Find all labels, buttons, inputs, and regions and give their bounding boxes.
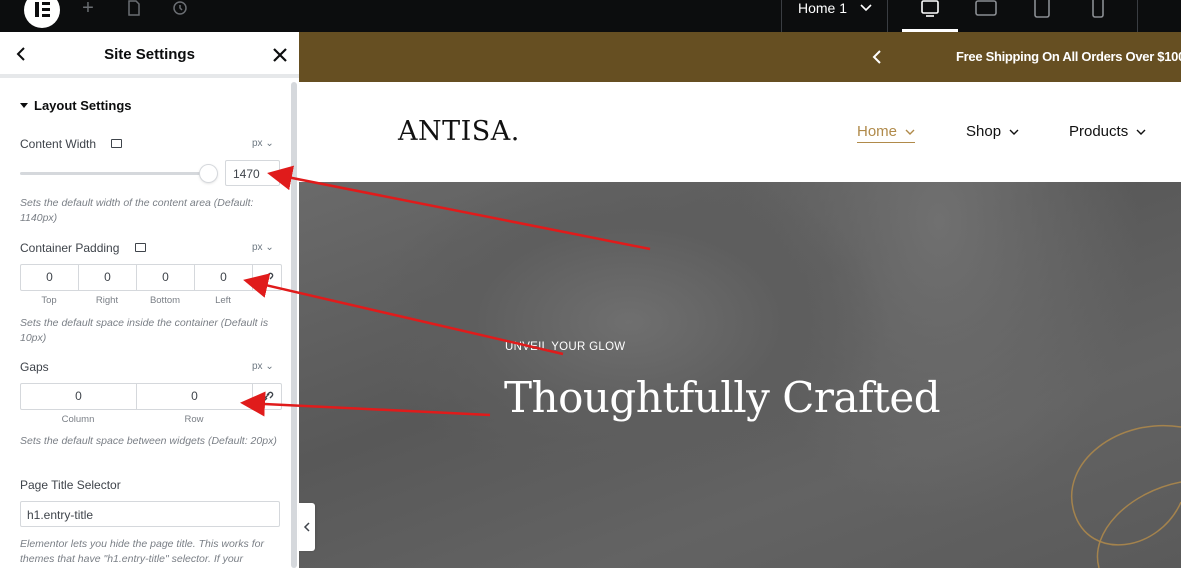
elementor-logo-icon[interactable] (24, 0, 60, 28)
link-icon (260, 391, 274, 402)
responsive-desktop-icon[interactable] (111, 139, 122, 148)
mobile-icon (1092, 0, 1104, 18)
nav-label: Home (857, 123, 898, 140)
chevron-down-icon (1136, 129, 1146, 135)
gap-row-input[interactable]: 0 (137, 384, 253, 409)
separator (887, 0, 888, 32)
caption-top: Top (41, 295, 57, 306)
padding-captions: Top Right Bottom Left (20, 295, 252, 306)
section-toggle-layout-settings[interactable]: Layout Settings (20, 98, 132, 113)
collapse-panel-button[interactable] (299, 503, 315, 551)
gaps-captions: Column Row (20, 414, 252, 425)
caption-right: Right (95, 295, 119, 306)
nav-item-home[interactable]: Home (857, 123, 916, 143)
content-width-help: Sets the default width of the content ar… (20, 197, 254, 224)
padding-top-input[interactable]: 0 (21, 265, 79, 290)
link-values-button[interactable] (253, 384, 281, 409)
unit-label: px (252, 138, 263, 149)
site-preview: Free Shipping On All Orders Over $100 - … (299, 32, 1181, 568)
unit-label: px (252, 242, 263, 253)
unit-select[interactable]: px ⌄ (252, 242, 274, 253)
unit-select[interactable]: px ⌄ (252, 138, 274, 149)
chevron-down-icon (905, 129, 915, 135)
panel-title: Site Settings (104, 46, 195, 63)
nav-item-shop[interactable]: Shop (966, 123, 1019, 140)
caret-down-icon (20, 103, 28, 108)
container-padding-dimensions: 0 0 0 0 (20, 264, 282, 291)
panel-scrollbar[interactable] (291, 82, 297, 568)
device-desktop-button[interactable] (902, 0, 958, 32)
separator (1137, 0, 1138, 32)
page-title-selector-label: Page Title Selector (20, 478, 121, 492)
nav-label: Shop (966, 123, 1002, 140)
separator (781, 0, 782, 32)
responsive-desktop-icon[interactable] (135, 243, 146, 252)
chevron-down-icon (1009, 129, 1019, 135)
nav-label: Products (1069, 123, 1129, 140)
device-tablet-landscape-button[interactable] (958, 0, 1014, 32)
close-icon[interactable] (270, 45, 290, 65)
editor-topbar: + Home 1 (0, 0, 1181, 32)
content-width-slider[interactable] (20, 172, 208, 175)
content-width-slider-handle[interactable] (200, 165, 217, 182)
site-settings-panel: Site Settings Layout Settings Content Wi… (0, 32, 299, 568)
unit-select[interactable]: px ⌄ (252, 361, 274, 372)
page-title-selector-help: Elementor lets you hide the page title. … (20, 538, 264, 565)
announcement-text: Free Shipping On All Orders Over $100 - (956, 49, 1181, 64)
desktop-icon (921, 0, 939, 17)
page-title-selector-input[interactable]: h1.entry-title (20, 501, 280, 527)
hero-eyebrow: UNVEIL YOUR GLOW (505, 341, 626, 353)
chevron-left-icon[interactable] (871, 49, 885, 65)
padding-bottom-input[interactable]: 0 (137, 265, 195, 290)
link-icon (260, 272, 274, 283)
caption-column: Column (61, 414, 95, 425)
caption-bottom: Bottom (149, 295, 181, 306)
announcement-bar: Free Shipping On All Orders Over $100 - (299, 32, 1181, 82)
site-header: ANTISA. Home Shop Products (299, 82, 1181, 182)
gap-column-input[interactable]: 0 (21, 384, 137, 409)
device-mobile-button[interactable] (1070, 0, 1126, 32)
gaps-dimensions: 0 0 (20, 383, 282, 410)
add-icon[interactable]: + (79, 0, 97, 18)
page-name: Home 1 (798, 0, 848, 16)
unit-label: px (252, 361, 263, 372)
container-padding-label: Container Padding (20, 241, 120, 255)
hero-title: Thoughtfully Crafted (504, 373, 941, 422)
panel-header: Site Settings (0, 32, 299, 78)
padding-left-input[interactable]: 0 (195, 265, 253, 290)
gaps-help: Sets the default space between widgets (… (20, 435, 277, 447)
page-selector[interactable]: Home 1 (798, 0, 873, 16)
content-width-label: Content Width (20, 137, 97, 151)
nav-item-products[interactable]: Products (1069, 123, 1146, 140)
chevron-down-icon (860, 4, 872, 12)
chevron-left-icon (303, 522, 310, 532)
device-tablet-portrait-button[interactable] (1014, 0, 1070, 32)
content-width-input[interactable]: 1470 (225, 160, 280, 186)
caption-row: Row (184, 414, 204, 425)
caption-left: Left (215, 295, 231, 306)
link-values-button[interactable] (253, 265, 281, 290)
tablet-landscape-icon (975, 0, 997, 16)
padding-right-input[interactable]: 0 (79, 265, 137, 290)
tablet-portrait-icon (1034, 0, 1050, 18)
site-logo[interactable]: ANTISA. (398, 116, 520, 147)
history-icon[interactable] (171, 0, 189, 18)
page-settings-icon[interactable] (125, 0, 143, 18)
section-title: Layout Settings (34, 98, 132, 113)
gaps-label: Gaps (20, 360, 49, 374)
container-padding-help: Sets the default space inside the contai… (20, 317, 269, 344)
